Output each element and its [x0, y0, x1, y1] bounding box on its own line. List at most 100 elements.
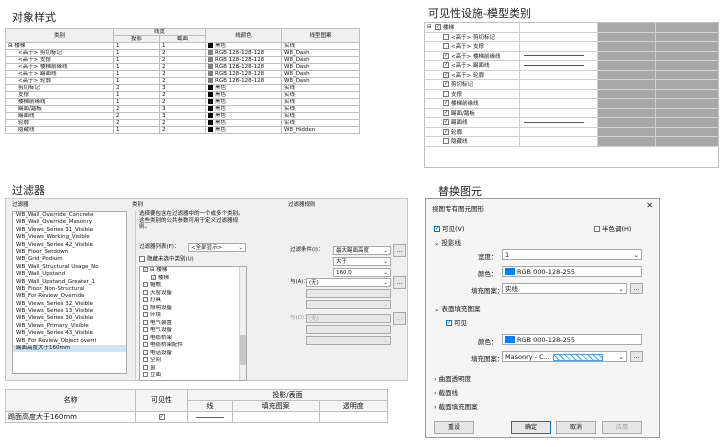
filter-list-item[interactable]: WB_Views_Series 43_Visible: [13, 330, 126, 337]
vis-line-cell[interactable]: [520, 89, 598, 98]
filter-list-item[interactable]: WB_Wall_Upstand_Greater_1: [13, 279, 126, 286]
row-cut[interactable]: 2: [159, 98, 206, 106]
row-pattern[interactable]: W8_Dash: [281, 56, 360, 64]
row-pattern[interactable]: 实线: [281, 84, 360, 92]
category-item[interactable]: 电话设备: [140, 349, 246, 358]
vis-fill-cell[interactable]: [598, 108, 656, 117]
row-pattern[interactable]: 实线: [281, 42, 360, 50]
row-color[interactable]: 黑色: [205, 105, 282, 113]
row-projection[interactable]: 1: [113, 70, 160, 78]
vis-fill-cell[interactable]: [598, 70, 656, 79]
vis-fill-cell[interactable]: [598, 118, 656, 127]
category-item[interactable]: 电气装置: [140, 319, 246, 328]
list-item[interactable]: ✓ <高于> 楼梯前缘线: [425, 51, 718, 61]
category-checkbox[interactable]: [143, 357, 148, 362]
row-color[interactable]: RGB 128-128-128: [205, 56, 282, 64]
ok-button[interactable]: 确定: [511, 421, 551, 434]
category-item[interactable]: 照明设备: [140, 304, 246, 313]
row-pattern[interactable]: 实线: [281, 112, 360, 120]
condition-more-button[interactable]: ...: [393, 244, 406, 257]
visibility-checkbox[interactable]: ✓: [443, 81, 449, 88]
category-checkbox[interactable]: [143, 289, 148, 295]
category-checkbox[interactable]: [143, 327, 148, 332]
line-pattern-more-button[interactable]: ...: [630, 283, 643, 294]
row-cut[interactable]: 2: [159, 119, 206, 127]
row-projection[interactable]: 1: [113, 56, 160, 64]
vis-line-cell[interactable]: [520, 99, 598, 108]
filter-list-item[interactable]: WB_For Review_Object overri: [13, 338, 126, 345]
category-item[interactable]: 天窗设备: [140, 289, 246, 298]
table-row[interactable]: <高于> 踢面线 1 2 RGB 128-128-128 W8_Dash: [5, 70, 360, 78]
vis-fill-cell[interactable]: [598, 51, 656, 60]
list-item[interactable]: <高于> 支撑: [425, 42, 718, 52]
filter-row-line[interactable]: [187, 411, 233, 423]
list-item[interactable]: 支撑: [425, 89, 718, 99]
vis-fill-cell[interactable]: [598, 32, 656, 41]
apply-button[interactable]: 应用: [602, 421, 642, 434]
row-pattern[interactable]: 实线: [281, 91, 360, 99]
vis-fill-cell[interactable]: [598, 61, 656, 70]
filter-list-item[interactable]: WB_Views_Series 30_Visible: [13, 315, 126, 322]
visible-checkbox[interactable]: ✓: [434, 226, 440, 232]
vis-fill-cell[interactable]: [598, 42, 656, 51]
row-pattern[interactable]: 实线: [281, 119, 360, 127]
row-cut[interactable]: 2: [159, 91, 206, 99]
row-color[interactable]: 黑色: [205, 112, 282, 120]
row-color[interactable]: 黑色: [205, 42, 282, 50]
visibility-checkbox[interactable]: ✓: [443, 119, 449, 126]
table-row[interactable]: 楼梯前缘线 1 2 黑色 实线: [5, 98, 360, 106]
filter-list-item[interactable]: WB_Views_Series 31_Visible: [13, 227, 126, 234]
row-cut[interactable]: 2: [159, 56, 206, 64]
vis-override-cell[interactable]: [656, 118, 718, 127]
table-row[interactable]: <高于> 楼梯前缘线 1 2 RGB 128-128-128 W8_Dash: [5, 63, 360, 71]
category-item[interactable]: ✓ ⊟ 楼梯: [140, 267, 246, 275]
vis-override-cell[interactable]: [656, 127, 718, 136]
category-checkbox[interactable]: [143, 364, 148, 370]
row-pattern[interactable]: W8_Dash: [281, 49, 360, 57]
row-pattern[interactable]: 实线: [281, 105, 360, 113]
category-item[interactable]: ✓ 楼梯: [140, 274, 246, 283]
visible-toggle[interactable]: ✓ 可见(V): [434, 223, 465, 233]
row-cut[interactable]: 3: [159, 105, 206, 113]
vis-line-cell[interactable]: [520, 80, 598, 89]
visibility-checkbox[interactable]: ✓: [443, 71, 449, 78]
vis-override-cell[interactable]: [656, 70, 718, 79]
visibility-checkbox[interactable]: ✓: [443, 100, 449, 107]
surface-visible-checkbox[interactable]: ✓: [446, 320, 452, 326]
category-item[interactable]: 帽檐: [140, 282, 246, 290]
table-row[interactable]: 支撑 1 2 黑色 实线: [5, 91, 360, 99]
row-cut[interactable]: 2: [159, 126, 206, 134]
list-item[interactable]: ✓ 楼梯前缘线: [425, 99, 718, 109]
list-item[interactable]: ✓ <高于> 踢面线: [425, 61, 718, 71]
surface-transparency-section[interactable]: › 曲面透明度: [434, 373, 471, 383]
vis-line-cell[interactable]: [520, 51, 598, 60]
row-projection[interactable]: 1: [113, 42, 160, 50]
vis-fill-cell[interactable]: [598, 89, 656, 98]
table-row[interactable]: 隐藏线 1 2 黑色 W8_Hidden: [5, 126, 360, 134]
vis-override-cell[interactable]: [656, 32, 718, 41]
vis-override-cell[interactable]: [656, 99, 718, 108]
vis-fill-cell[interactable]: [598, 80, 656, 89]
filter-list-item[interactable]: 踢面高度大于160mm: [13, 345, 126, 353]
surface-color-button[interactable]: RGB 000-128-255: [502, 334, 642, 345]
filter-list-item[interactable]: WB_Wall_Override_Masonry: [13, 219, 126, 226]
list-item[interactable]: ✓ 踢面/踏板: [425, 108, 718, 118]
filter-list-item[interactable]: WB_Views_Primary_Visible: [13, 323, 126, 330]
row-color[interactable]: 黑色: [205, 98, 282, 106]
list-item[interactable]: ⊟ ✓ 楼梯: [425, 23, 718, 33]
row-projection[interactable]: 1: [113, 91, 160, 99]
visibility-checkbox[interactable]: ✓: [435, 24, 441, 31]
vis-line-cell[interactable]: [520, 137, 598, 146]
vis-line-cell[interactable]: [520, 23, 598, 32]
row-projection[interactable]: 1: [113, 77, 160, 85]
category-checkbox[interactable]: ✓: [143, 267, 148, 272]
vis-line-cell[interactable]: [520, 42, 598, 51]
surface-section[interactable]: ⌄ 表面填充图案: [434, 303, 481, 313]
row-projection[interactable]: 1: [113, 126, 160, 134]
table-row[interactable]: <高于> 轮廓 1 2 RGB 128-128-128 W8_Dash: [5, 77, 360, 85]
row-projection[interactable]: 1: [113, 49, 160, 57]
vis-fill-cell[interactable]: [598, 99, 656, 108]
category-tree[interactable]: ✓ ⊟ 楼梯 ✓ 楼梯 帽檐 天窗设备 灯具 照明设备 环境 电气装置 电气设备 电缆桥架 电缆桥架配件…: [139, 266, 247, 381]
filter-list-item[interactable]: WB_Floor_Non-Structural: [13, 286, 126, 293]
row-projection[interactable]: 2: [113, 84, 160, 92]
